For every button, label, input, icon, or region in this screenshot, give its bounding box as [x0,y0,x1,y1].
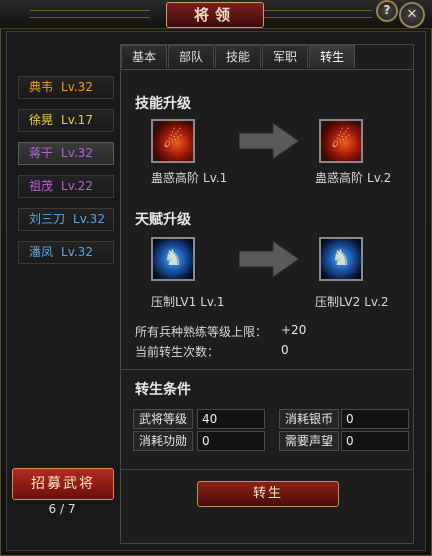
general-name: 祖茂 [29,179,54,193]
general-level: Lv.22 [61,179,93,193]
general-item[interactable]: 祖茂 Lv.22 [18,175,114,198]
rebirth-button[interactable]: 转生 [197,481,339,507]
cond-general-level-label: 武将等级 [133,409,193,429]
general-level: Lv.32 [61,245,93,259]
skill-upgrade-title: 技能升级 [135,96,191,112]
skill-arrow-icon [239,122,300,160]
talent-to-name: 压制LV2 [315,295,361,309]
title-ornament-left [30,10,150,18]
tab-divider [121,69,413,70]
tab-bar: 基本 部队 技能 军职 转生 [121,45,356,69]
general-item[interactable]: 潘凤 Lv.32 [18,241,114,264]
skill-to-level: Lv.2 [367,171,392,185]
rebirth-count-value: 0 [281,343,289,357]
cond-prestige-label: 需要声望 [279,431,339,451]
detail-panel: 基本 部队 技能 军职 转生 技能升级 ☄ ☄ 蛊惑高阶 Lv.1 蛊惑高阶 Lv.… [120,44,414,544]
fire-orb-icon: ☄ [331,128,351,153]
general-level: Lv.17 [61,113,93,127]
skill-from-level: Lv.1 [203,171,228,185]
divider [121,369,413,370]
talent-to-icon[interactable]: ♞ [319,237,363,281]
proficiency-cap-value: +20 [281,323,307,337]
blue-figure-icon: ♞ [331,246,351,271]
skill-from-caption: 蛊惑高阶 Lv.1 [151,169,227,186]
cond-merit-cost-label: 消耗功勋 [133,431,193,451]
title-bar: 将领 ? ✕ [0,0,432,29]
talent-from-name: 压制LV1 [151,295,197,309]
tab-rebirth[interactable]: 转生 [309,45,356,68]
talent-to-caption: 压制LV2 Lv.2 [315,293,389,310]
talent-to-level: Lv.2 [364,295,389,309]
cond-merit-cost-value: 0 [197,431,265,451]
general-name: 典韦 [29,80,54,94]
general-name: 潘凤 [29,245,54,259]
tab-troops[interactable]: 部队 [168,45,215,68]
general-level: Lv.32 [73,212,105,226]
blue-figure-icon: ♞ [163,246,183,271]
general-name: 刘三刀 [29,212,66,226]
skill-from-icon[interactable]: ☄ [151,119,195,163]
talent-upgrade-title: 天赋升级 [135,212,191,228]
general-list: 典韦 Lv.32 徐晃 Lv.17 蒋干 Lv.32 祖茂 Lv.22 刘三刀 Lv.32… [18,76,114,274]
close-button[interactable]: ✕ [399,2,425,28]
cond-silver-cost-label: 消耗银币 [279,409,339,429]
fire-orb-icon: ☄ [163,128,183,153]
general-level: Lv.32 [61,80,93,94]
rebirth-conditions-title: 转生条件 [135,382,191,398]
cond-silver-cost-value: 0 [341,409,409,429]
divider [121,469,413,470]
talent-from-icon[interactable]: ♞ [151,237,195,281]
general-item[interactable]: 刘三刀 Lv.32 [18,208,114,231]
cond-general-level-value: 40 [197,409,265,429]
general-name: 徐晃 [29,113,54,127]
talent-from-level: Lv.1 [200,295,225,309]
general-name: 蒋干 [29,146,54,160]
recruit-general-button[interactable]: 招募武将 [12,468,114,500]
general-level: Lv.32 [61,146,93,160]
rebirth-count-label: 当前转生次数： [135,345,220,359]
talent-from-caption: 压制LV1 Lv.1 [151,293,225,310]
cond-prestige-value: 0 [341,431,409,451]
tab-basic[interactable]: 基本 [121,45,168,68]
tab-skills[interactable]: 技能 [215,45,262,68]
proficiency-cap-label: 所有兵种熟练等级上限： [135,325,268,339]
skill-to-name: 蛊惑高阶 [315,171,364,185]
talent-arrow-icon [239,240,300,278]
title-ornament-right [252,10,372,18]
skill-to-icon[interactable]: ☄ [319,119,363,163]
skill-from-name: 蛊惑高阶 [151,171,200,185]
recruit-area: 招募武将 6 / 7 [12,456,114,522]
general-item[interactable]: 徐晃 Lv.17 [18,109,114,132]
general-count: 6 / 7 [48,502,76,516]
skill-to-caption: 蛊惑高阶 Lv.2 [315,169,391,186]
help-button[interactable]: ? [376,0,398,22]
tab-military-rank[interactable]: 军职 [262,45,309,68]
general-item[interactable]: 典韦 Lv.32 [18,76,114,99]
general-item-selected[interactable]: 蒋干 Lv.32 [18,142,114,165]
window-title: 将领 [166,2,264,28]
